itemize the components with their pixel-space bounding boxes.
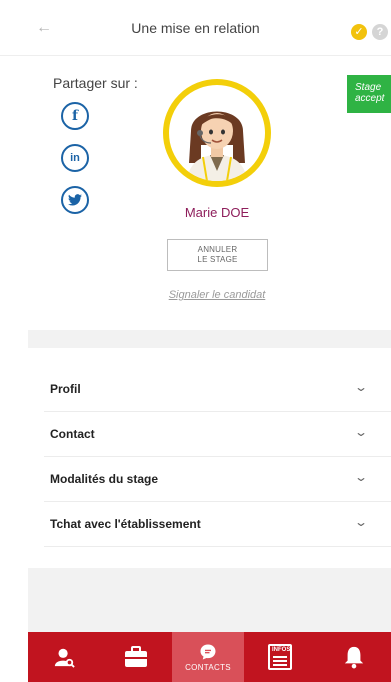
accordion-profil[interactable]: Profil ⌄ [44,367,391,412]
nav-profile[interactable] [28,632,100,682]
bell-icon [344,646,363,669]
accordion-label: Modalités du stage [50,472,159,486]
check-circle-icon: ✓ [351,24,367,40]
cancel-button-line2: LE STAGE [197,255,238,264]
accordion-contact[interactable]: Contact ⌄ [44,412,391,457]
linkedin-icon: in [70,152,80,164]
nav-offers[interactable] [100,632,172,682]
empty-area [28,568,391,632]
candidate-avatar [163,79,271,187]
user-search-icon [54,648,75,668]
accordion-tchat[interactable]: Tchat avec l'établissement ⌄ [44,502,391,547]
share-label: Partager sur : [53,75,138,91]
accordion-label: Contact [50,427,95,441]
infos-icon-text: INFOS [272,647,291,653]
infos-list-icon: INFOS [268,644,292,670]
section-divider [28,330,391,348]
bottom-navigation: CONTACTS INFOS [28,632,391,682]
facebook-icon: f [71,108,79,124]
candidate-name: Marie DOE [184,205,250,220]
nav-infos[interactable]: INFOS [244,632,316,682]
cancel-button-line1: ANNULER [197,245,238,254]
accordion-label: Tchat avec l'établissement [50,517,201,531]
page-title: Une mise en relation [131,20,260,36]
chevron-down-icon: ⌄ [353,470,369,484]
top-bar: ← Une mise en relation ✓ ? [0,0,391,56]
accordion-label: Profil [50,382,81,396]
chevron-down-icon: ⌄ [353,380,369,394]
status-line2: accept [355,93,385,104]
status-badge: Stage accept [347,75,391,113]
chevron-down-icon: ⌄ [353,515,369,529]
nav-contacts[interactable]: CONTACTS [172,632,244,682]
chevron-down-icon: ⌄ [353,425,369,439]
help-icon[interactable]: ? [372,24,388,40]
facebook-share-button[interactable]: f [61,102,89,130]
nav-contacts-label: CONTACTS [185,662,231,672]
nav-notifications[interactable] [316,632,391,682]
status-line1: Stage [355,82,382,93]
briefcase-icon [125,646,147,667]
avatar-illustration [187,111,247,181]
accordion-modalites[interactable]: Modalités du stage ⌄ [44,457,391,502]
chat-bubble-icon [200,644,216,659]
report-candidate-link[interactable]: Signaler le candidat [0,289,391,301]
linkedin-share-button[interactable]: in [61,144,89,172]
cancel-internship-button[interactable]: ANNULER LE STAGE [167,239,268,271]
